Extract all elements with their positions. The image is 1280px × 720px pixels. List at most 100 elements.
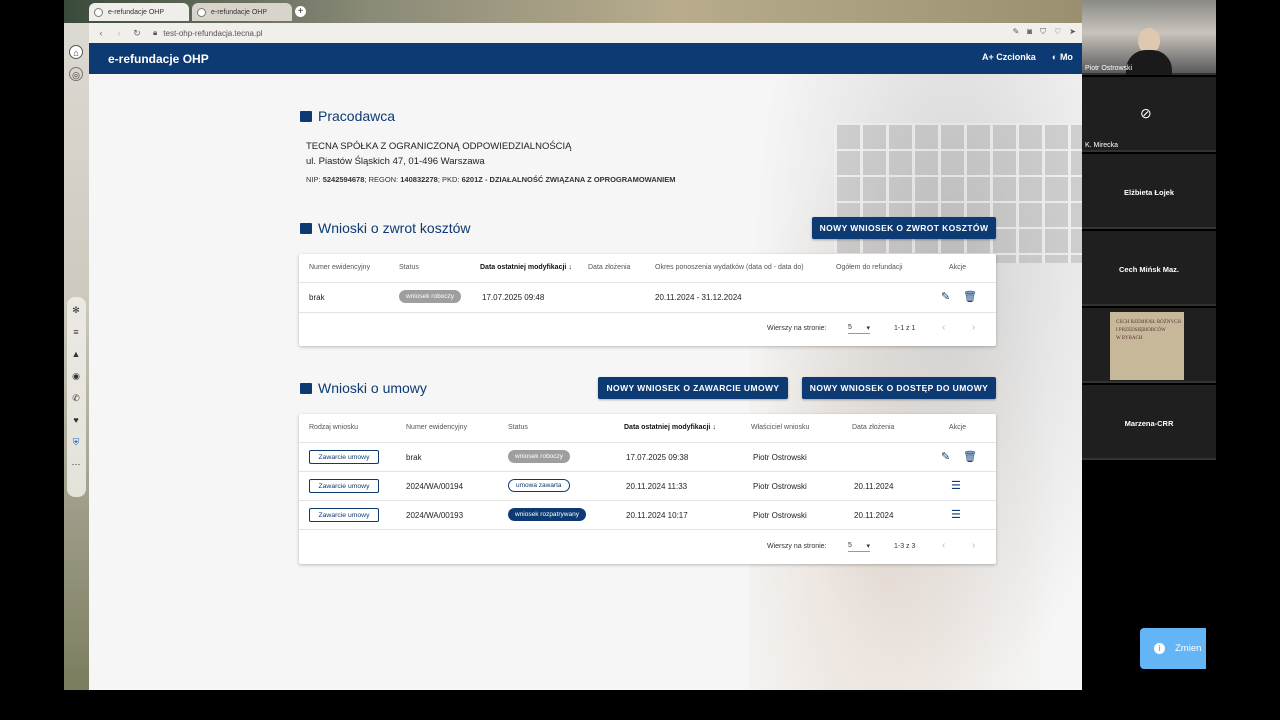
col-header[interactable]: Właściciel wniosku: [751, 424, 809, 431]
col-header[interactable]: Ogółem do refundacji: [836, 264, 903, 271]
request-type-chip[interactable]: Zawarcie umowy: [309, 450, 379, 464]
prev-page-icon[interactable]: ‹: [942, 540, 945, 551]
contrast-icon: ◐: [1052, 52, 1060, 62]
rows-per-page-select[interactable]: 5 ▾: [848, 324, 870, 334]
address-bar: ‹ › ↻ 🔒︎ test-ohp-refundacja.tecna.pl ✎ …: [89, 23, 1082, 43]
new-access-button[interactable]: NOWY WNIOSEK O DOSTĘP DO UMOWY: [802, 377, 996, 399]
arc-icon[interactable]: ▲: [69, 347, 83, 361]
screen: e-refundacje OHP e-refundacje OHP + ‹ › …: [0, 0, 1280, 720]
col-header[interactable]: Okres ponoszenia wydatków (data od - dat…: [655, 264, 804, 271]
col-header[interactable]: Data złożenia: [852, 424, 894, 431]
col-header[interactable]: Data złożenia: [588, 264, 630, 271]
row-divider: [299, 529, 996, 530]
col-header[interactable]: Status: [399, 264, 419, 271]
heart-icon[interactable]: ♡: [1054, 27, 1061, 37]
col-header[interactable]: Numer ewidencyjny: [309, 264, 370, 271]
participant-tile[interactable]: Piotr Ostrowski: [1082, 0, 1216, 75]
tab-strip: e-refundacje OHP e-refundacje OHP +: [64, 0, 1082, 23]
contrast-mode-button[interactable]: ◐ Mo: [1052, 52, 1073, 62]
participant-name: Marzena-CRR: [1124, 419, 1174, 428]
rows-per-page-label: Wierszy na stronie:: [767, 543, 827, 550]
delete-icon[interactable]: 🗑︎: [963, 291, 977, 303]
status-badge: wniosek roboczy: [508, 450, 571, 463]
compass-icon[interactable]: ◎: [69, 67, 83, 81]
new-tab-button[interactable]: +: [295, 6, 306, 17]
app-title[interactable]: e-refundacje OHP: [108, 52, 209, 66]
font-size-button[interactable]: A+ Czcionka: [982, 52, 1036, 62]
back-icon[interactable]: ‹: [95, 28, 107, 38]
contrast-mode-label: Mo: [1059, 52, 1073, 62]
heart-icon[interactable]: ♥: [69, 413, 83, 427]
next-page-icon[interactable]: ›: [972, 540, 975, 551]
edit-icon[interactable]: ✎: [941, 451, 950, 463]
browser-sidebar: ⌂ ◎ ✻ ≡ ▲ ◉ ✆ ♥ ⛨ ⋯: [64, 23, 89, 690]
col-header-sorted[interactable]: Data ostatniej modyfikacji ↓: [624, 424, 716, 431]
agreements-table: Rodzaj wniosku Numer ewidencyjny Status …: [299, 414, 996, 564]
toast-notification[interactable]: i Zmien: [1140, 628, 1206, 669]
browser-tab-2[interactable]: e-refundacje OHP: [192, 3, 292, 21]
bitwarden-icon[interactable]: ⛨: [69, 435, 83, 449]
reload-icon[interactable]: ↻: [131, 28, 143, 39]
edit-icon[interactable]: ✎: [941, 291, 950, 303]
request-type-chip[interactable]: Zawarcie umowy: [309, 479, 379, 493]
regon-value: 140832278: [400, 175, 438, 184]
page-range: 1-1 z 1: [894, 325, 916, 332]
col-header[interactable]: Rodzaj wniosku: [309, 424, 358, 431]
cell-modified: 17.07.2025 09:38: [626, 453, 689, 462]
participant-tile[interactable]: ⊘ K. Mirecka: [1082, 77, 1216, 152]
cell-modified: 20.11.2024 10:17: [626, 511, 688, 520]
money-icon: [300, 222, 312, 234]
video-call-panel: Piotr Ostrowski ⊘ K. Mirecka Elżbieta Ło…: [1082, 0, 1216, 460]
details-icon[interactable]: ☰: [951, 509, 961, 521]
sidebar-apps: ✻ ≡ ▲ ◉ ✆ ♥ ⛨ ⋯: [67, 297, 86, 497]
forward-icon[interactable]: ›: [113, 28, 125, 38]
participant-tile[interactable]: CECH RZEMIOSŁ RÓŻNYCH I PRZEDSIĘBIORCÓW …: [1082, 308, 1216, 383]
col-header-sorted[interactable]: Data ostatniej modyfikacji ↓: [480, 264, 572, 271]
participant-tile[interactable]: Elżbieta Łojek: [1082, 154, 1216, 229]
refunds-section-title: Wnioski o zwrot kosztów: [300, 220, 470, 236]
row-divider: [299, 471, 996, 472]
home-icon[interactable]: ⌂: [69, 45, 83, 59]
tab-label: e-refundacje OHP: [108, 8, 165, 16]
rows-per-page-value: 5: [848, 542, 852, 549]
next-page-icon[interactable]: ›: [972, 322, 975, 333]
participant-video-body: [1126, 50, 1172, 75]
participant-tile[interactable]: Marzena-CRR: [1082, 385, 1216, 460]
new-refund-button[interactable]: NOWY WNIOSEK O ZWROT KOSZTÓW: [812, 217, 996, 239]
rows-per-page-select[interactable]: 5 ▾: [848, 542, 870, 552]
prev-page-icon[interactable]: ‹: [942, 322, 945, 333]
messenger-icon[interactable]: ◉: [69, 369, 83, 383]
send-icon[interactable]: ➤: [1069, 27, 1076, 37]
col-header: Akcje: [949, 264, 967, 271]
status-badge: wniosek rozpatrywany: [508, 508, 586, 521]
col-header-label: Data ostatniej modyfikacji: [480, 264, 567, 271]
participant-tile[interactable]: Cech Mińsk Maz.: [1082, 231, 1216, 306]
new-agreement-button[interactable]: NOWY WNIOSEK O ZAWARCIE UMOWY: [598, 377, 788, 399]
browser-tab-1[interactable]: e-refundacje OHP: [89, 3, 189, 21]
favicon-icon: [197, 7, 206, 17]
pkd-value: 6201Z - DZIAŁALNOŚĆ ZWIĄZANA Z OPROGRAMO…: [461, 175, 676, 184]
whatsapp-icon[interactable]: ✆: [69, 391, 83, 405]
agreements-section-title: Wnioski o umowy: [300, 380, 427, 396]
col-header[interactable]: Status: [508, 424, 528, 431]
rows-per-page-value: 5: [848, 324, 852, 331]
info-icon: i: [1154, 643, 1165, 654]
camera-icon[interactable]: ◙: [1027, 27, 1032, 37]
request-type-chip[interactable]: Zawarcie umowy: [309, 508, 379, 522]
delete-icon[interactable]: 🗑︎: [963, 451, 977, 463]
col-header[interactable]: Numer ewidencyjny: [406, 424, 467, 431]
pkd-label: ; PKD:: [437, 175, 460, 184]
shield-icon[interactable]: ⛉: [1040, 27, 1046, 37]
camera-off-icon: ⊘: [1140, 105, 1152, 121]
cell-number: 2024/WA/00194: [406, 482, 464, 491]
details-icon[interactable]: ☰: [951, 480, 961, 492]
edit-icon[interactable]: ✎: [1013, 27, 1020, 37]
background-keyboard: [834, 123, 1082, 263]
cell-number: brak: [406, 453, 422, 462]
more-icon[interactable]: ⋯: [69, 457, 83, 471]
url-field[interactable]: test-ohp-refundacja.tecna.pl: [163, 29, 262, 38]
chatgpt-icon[interactable]: ✻: [69, 303, 83, 317]
sliders-icon[interactable]: ≡: [69, 325, 83, 339]
cell-period: 20.11.2024 - 31.12.2024: [655, 293, 742, 302]
participant-name: K. Mirecka: [1085, 142, 1119, 149]
